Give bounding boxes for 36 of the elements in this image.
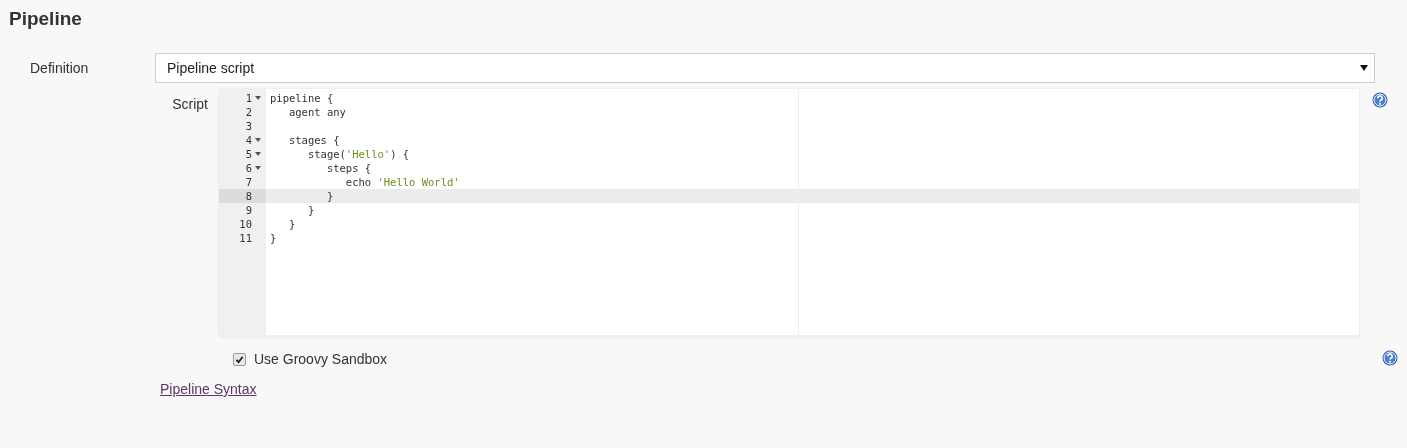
line-number: 7 [245, 175, 252, 189]
code-line: echo 'Hello World' [344, 176, 460, 188]
line-number: 11 [239, 231, 252, 245]
pipeline-syntax-link[interactable]: Pipeline Syntax [160, 381, 257, 397]
sandbox-label: Use Groovy Sandbox [254, 351, 388, 367]
line-number: 4 [245, 133, 252, 147]
code-line: stages { [287, 134, 340, 146]
line-number: 9 [245, 203, 252, 217]
code-line: } [325, 190, 334, 202]
fold-arrow-icon[interactable] [255, 152, 261, 156]
code-line: } [306, 204, 315, 216]
code-line: } [287, 218, 296, 230]
help-icon[interactable] [1382, 350, 1398, 366]
definition-label: Definition [29, 59, 90, 76]
fold-arrow-icon[interactable] [255, 166, 261, 170]
section-title: Pipeline [8, 7, 83, 31]
line-number: 3 [245, 119, 252, 133]
fold-arrow-icon[interactable] [255, 96, 261, 100]
line-number: 10 [239, 217, 252, 231]
dropdown-caret-icon [1360, 65, 1368, 71]
line-number: 6 [245, 161, 252, 175]
fold-arrow-icon[interactable] [255, 138, 261, 142]
code-line: agent any [287, 106, 346, 118]
help-icon[interactable] [1372, 92, 1388, 108]
code-editor[interactable]: 1 2 3 4 5 6 7 8 9 10 11 pipeline { agent any stages { stage('Hello') { steps { echo 'Hello World' } } } } [219, 89, 1359, 337]
code-line: } [270, 232, 277, 244]
code-line: pipeline { [270, 92, 334, 104]
line-number: 2 [245, 105, 252, 119]
code-line: steps { [325, 162, 372, 174]
line-number: 1 [245, 91, 252, 105]
line-number: 8 [245, 189, 252, 203]
line-number: 5 [245, 147, 252, 161]
code-line: stage('Hello') { [306, 148, 410, 160]
script-label: Script [171, 95, 209, 112]
sandbox-checkbox[interactable] [233, 352, 246, 366]
definition-select[interactable]: Pipeline script [155, 53, 1375, 83]
